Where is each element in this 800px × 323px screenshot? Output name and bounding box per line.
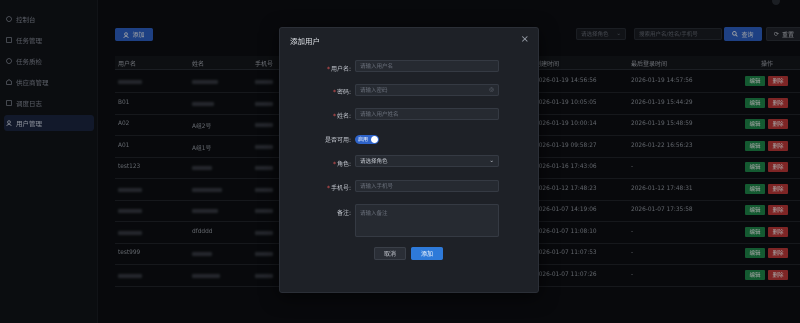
password-field[interactable]: 请输入密码 ◎ [355,84,499,96]
username-label: *用户名: [326,66,351,73]
note-label: 备注: [336,210,351,217]
phone-label: *手机号: [326,185,351,192]
enabled-label: 是否可用: [324,137,351,144]
close-icon[interactable]: × [521,34,529,45]
name-label: *姓名: [332,113,351,120]
username-field[interactable]: 请输入用户名 [355,60,499,72]
password-label: *密码: [332,89,351,96]
eye-icon[interactable]: ◎ [489,87,494,93]
role-label: *角色: [332,161,351,168]
modal-title: 添加用户 [290,37,320,46]
add-user-modal: 添加用户 × *用户名: 请输入用户名 *密码: 请输入密码 ◎ *姓名: 请输入… [279,27,539,293]
role-select[interactable]: 请选择角色 ⌄ [355,155,499,167]
chevron-down-icon: ⌄ [489,158,494,164]
confirm-add-button[interactable]: 添加 [411,247,443,260]
note-textarea[interactable]: 请输入备注 [355,204,499,237]
cancel-button[interactable]: 取消 [374,247,406,260]
name-field[interactable]: 请输入用户姓名 [355,108,499,120]
phone-field[interactable]: 请输入手机号 [355,180,499,192]
enabled-toggle[interactable]: 启用 [355,135,379,144]
